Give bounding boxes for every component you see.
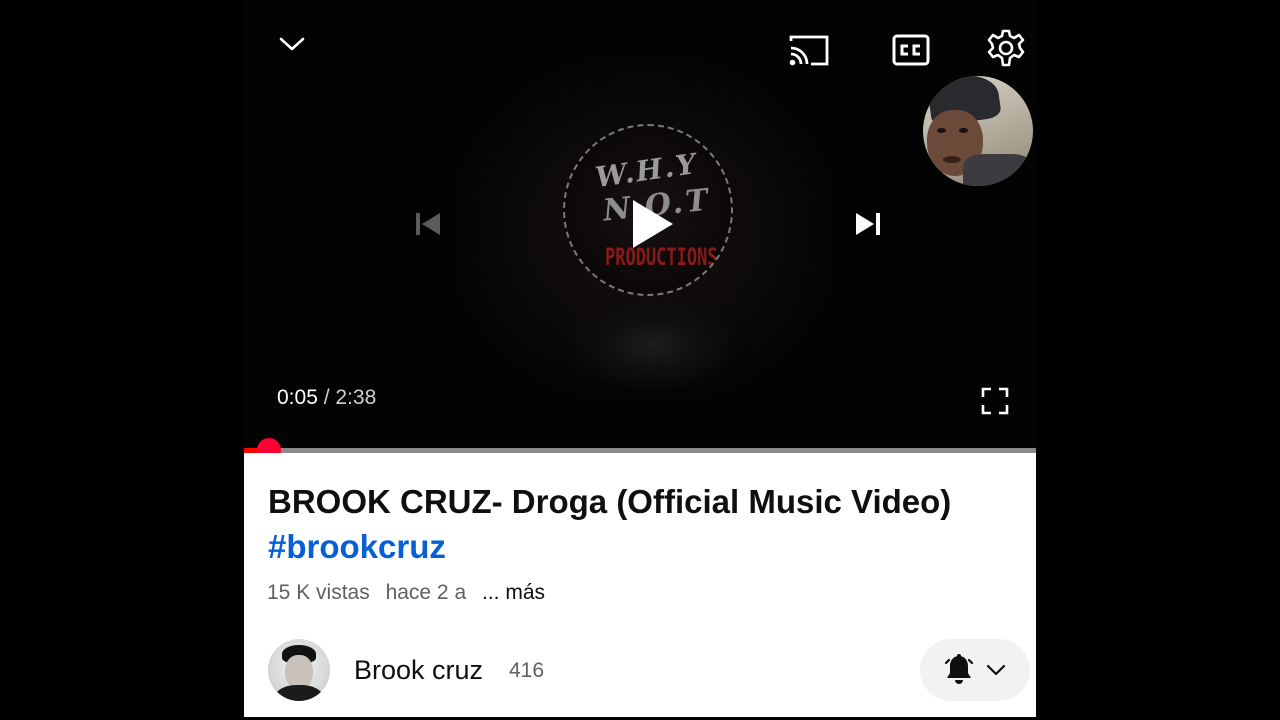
gear-icon [987, 29, 1025, 67]
settings-button[interactable] [984, 26, 1028, 70]
mobile-screen: W.H.Y N.O.T PRODUCTIONS 0:05 / 2:38 BROO… [244, 0, 1036, 720]
cast-icon [789, 35, 829, 66]
avatar-body [274, 685, 324, 701]
captions-button[interactable] [890, 30, 932, 70]
view-count: 15 K vistas [267, 581, 370, 604]
pip-eye [937, 128, 946, 133]
avatar[interactable] [268, 639, 330, 701]
video-title[interactable]: BROOK CRUZ- Droga (Official Music Video)… [268, 479, 968, 569]
minimize-player-button[interactable] [272, 26, 312, 62]
video-frame-smoke [574, 300, 734, 390]
playback-time: 0:05 / 2:38 [277, 386, 376, 410]
avatar-head [285, 655, 313, 689]
next-video-button[interactable] [850, 206, 886, 242]
chevron-down-icon [279, 37, 305, 51]
upload-age: hace 2 a [385, 581, 467, 604]
video-player[interactable]: W.H.Y N.O.T PRODUCTIONS 0:05 / 2:38 [244, 0, 1036, 450]
more-link[interactable]: ... más [482, 581, 545, 604]
pip-eye [959, 128, 968, 133]
video-info-panel: BROOK CRUZ- Droga (Official Music Video)… [244, 453, 1036, 717]
time-separator: / [317, 386, 336, 409]
cast-button[interactable] [786, 30, 832, 70]
play-button[interactable] [624, 196, 680, 252]
play-icon [633, 200, 673, 248]
hashtag-link[interactable]: #brookcruz [268, 528, 446, 565]
cc-icon [892, 34, 930, 66]
notification-bell-button[interactable] [920, 639, 1030, 701]
skip-next-icon [856, 213, 880, 235]
bell-icon [944, 654, 974, 684]
video-metadata[interactable]: 15 K vistas hace 2 a ... más [267, 581, 555, 605]
pip-mouth [943, 156, 961, 163]
video-title-text: BROOK CRUZ- Droga (Official Music Video) [268, 483, 952, 520]
fullscreen-button[interactable] [978, 384, 1012, 418]
pip-shirt [963, 154, 1033, 186]
current-time: 0:05 [277, 386, 318, 409]
fullscreen-icon [981, 387, 1009, 415]
chevron-down-icon [986, 664, 1006, 676]
duration: 2:38 [335, 386, 377, 409]
skip-previous-icon [416, 213, 440, 235]
previous-video-button[interactable] [410, 206, 446, 242]
channel-row: Brook cruz 416 [244, 635, 1036, 715]
channel-name[interactable]: Brook cruz [354, 655, 483, 686]
subscriber-count: 416 [509, 659, 545, 682]
picture-in-picture-camera[interactable] [923, 76, 1033, 186]
